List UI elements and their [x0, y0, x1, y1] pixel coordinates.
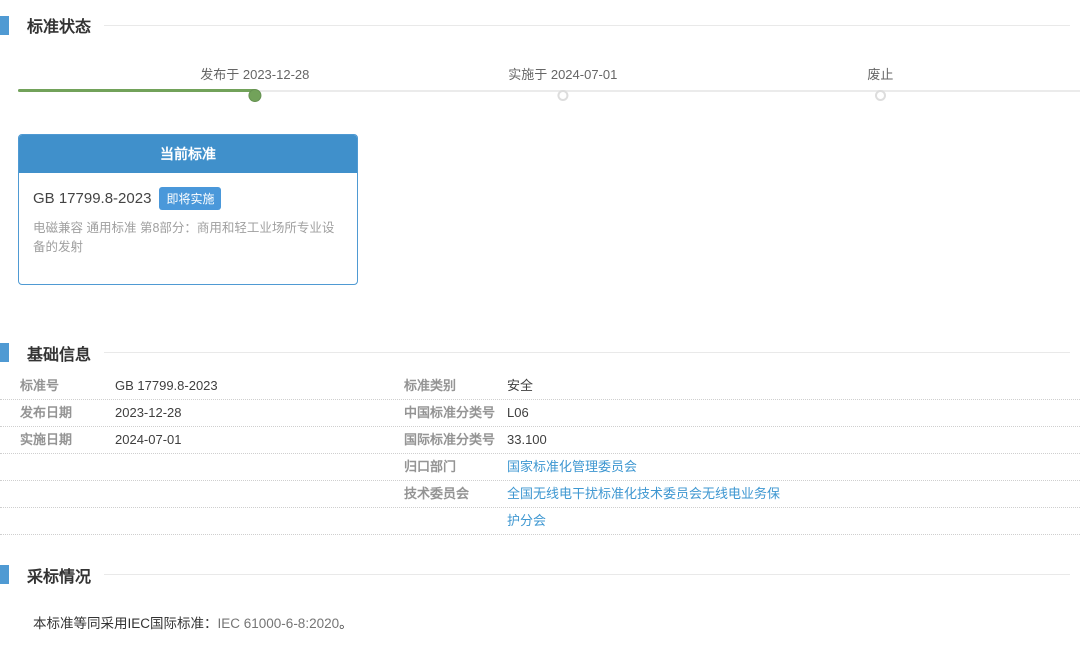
section-divider-line: [104, 352, 1070, 353]
technical-committee-link[interactable]: 全国无线电干扰标准化技术委员会无线电业务保: [507, 486, 780, 501]
section-title-adoption: 采标情况: [27, 563, 91, 587]
field-label-ics-code: 国际标准分类号: [404, 433, 507, 447]
section-accent-bar: [0, 565, 9, 584]
adopted-iec-standard: IEC 61000-6-8:2020: [218, 616, 340, 631]
field-value-implement-date: 2024-07-01: [115, 433, 404, 447]
field-value-ics-code: 33.100: [507, 433, 1080, 447]
field-value-standard-number: GB 17799.8-2023: [115, 379, 404, 393]
adoption-statement-suffix: 。: [339, 616, 353, 631]
field-value-publish-date: 2023-12-28: [115, 406, 404, 420]
field-label-publish-date: 发布日期: [0, 406, 115, 420]
field-label-implement-date: 实施日期: [0, 433, 115, 447]
table-row: 技术委员会 全国无线电干扰标准化技术委员会无线电业务保: [0, 481, 1080, 508]
standard-status-timeline: 发布于 2023-12-28 实施于 2024-07-01 废止: [18, 64, 1080, 110]
adoption-statement: 本标准等同采用IEC国际标准：IEC 61000-6-8:2020。: [0, 612, 1080, 632]
current-standard-card-body: GB 17799.8-2023 即将实施 电磁兼容 通用标准 第8部分：商用和轻…: [19, 173, 357, 284]
section-accent-bar: [0, 343, 9, 362]
field-label-technical-committee: 技术委员会: [404, 487, 507, 501]
table-row: 归口部门 国家标准化管理委员会: [0, 454, 1080, 481]
table-row: 标准号 GB 17799.8-2023 标准类别 安全: [0, 373, 1080, 400]
basic-info-table: 标准号 GB 17799.8-2023 标准类别 安全 发布日期 2023-12…: [0, 373, 1080, 535]
timeline-dot-published: [248, 89, 261, 102]
section-divider-line: [104, 574, 1070, 575]
adoption-section-header: 采标情况: [0, 564, 1080, 586]
technical-committee-link-wrap[interactable]: 护分会: [507, 513, 546, 528]
field-value-category: 安全: [507, 379, 1080, 393]
timeline-milestone-abolished: 废止: [867, 64, 893, 101]
adoption-statement-prefix: 本标准等同采用IEC国际标准：: [33, 616, 218, 631]
timeline-dot-abolished: [875, 90, 886, 101]
section-divider-line: [104, 25, 1070, 26]
section-title-status: 标准状态: [27, 13, 91, 37]
standard-status-section-header: 标准状态: [0, 14, 1080, 36]
timeline-milestone-implemented: 实施于 2024-07-01: [508, 64, 617, 101]
status-badge: 即将实施: [159, 187, 221, 210]
field-value-ccs-code: L06: [507, 406, 1080, 420]
section-accent-bar: [0, 16, 9, 35]
field-label-standard-number: 标准号: [0, 379, 115, 393]
timeline-label-abolished: 废止: [867, 64, 893, 83]
standard-description: 电磁兼容 通用标准 第8部分：商用和轻工业场所专业设备的发射: [33, 219, 343, 258]
timeline-dot-implemented: [557, 90, 568, 101]
timeline-label-published: 发布于 2023-12-28: [200, 64, 309, 83]
table-row: 护分会: [0, 508, 1080, 535]
table-row: 发布日期 2023-12-28 中国标准分类号 L06: [0, 400, 1080, 427]
current-standard-card-header: 当前标准: [19, 135, 357, 173]
section-title-basic-info: 基础信息: [27, 341, 91, 365]
basic-info-section-header: 基础信息: [0, 342, 1080, 364]
field-label-governing-dept: 归口部门: [404, 460, 507, 474]
field-label-category: 标准类别: [404, 379, 507, 393]
timeline-label-implemented: 实施于 2024-07-01: [508, 64, 617, 83]
governing-dept-link[interactable]: 国家标准化管理委员会: [507, 459, 637, 474]
timeline-milestone-published: 发布于 2023-12-28: [200, 64, 309, 102]
field-label-ccs-code: 中国标准分类号: [404, 406, 507, 420]
table-row: 实施日期 2024-07-01 国际标准分类号 33.100: [0, 427, 1080, 454]
standard-number: GB 17799.8-2023: [33, 190, 151, 207]
current-standard-card: 当前标准 GB 17799.8-2023 即将实施 电磁兼容 通用标准 第8部分…: [18, 134, 358, 285]
adoption-chinese-name: 采标中文名称:电磁兼容 第6-8部分：通用标准 商用和轻工业场所专业设备的发射。: [0, 659, 1080, 663]
